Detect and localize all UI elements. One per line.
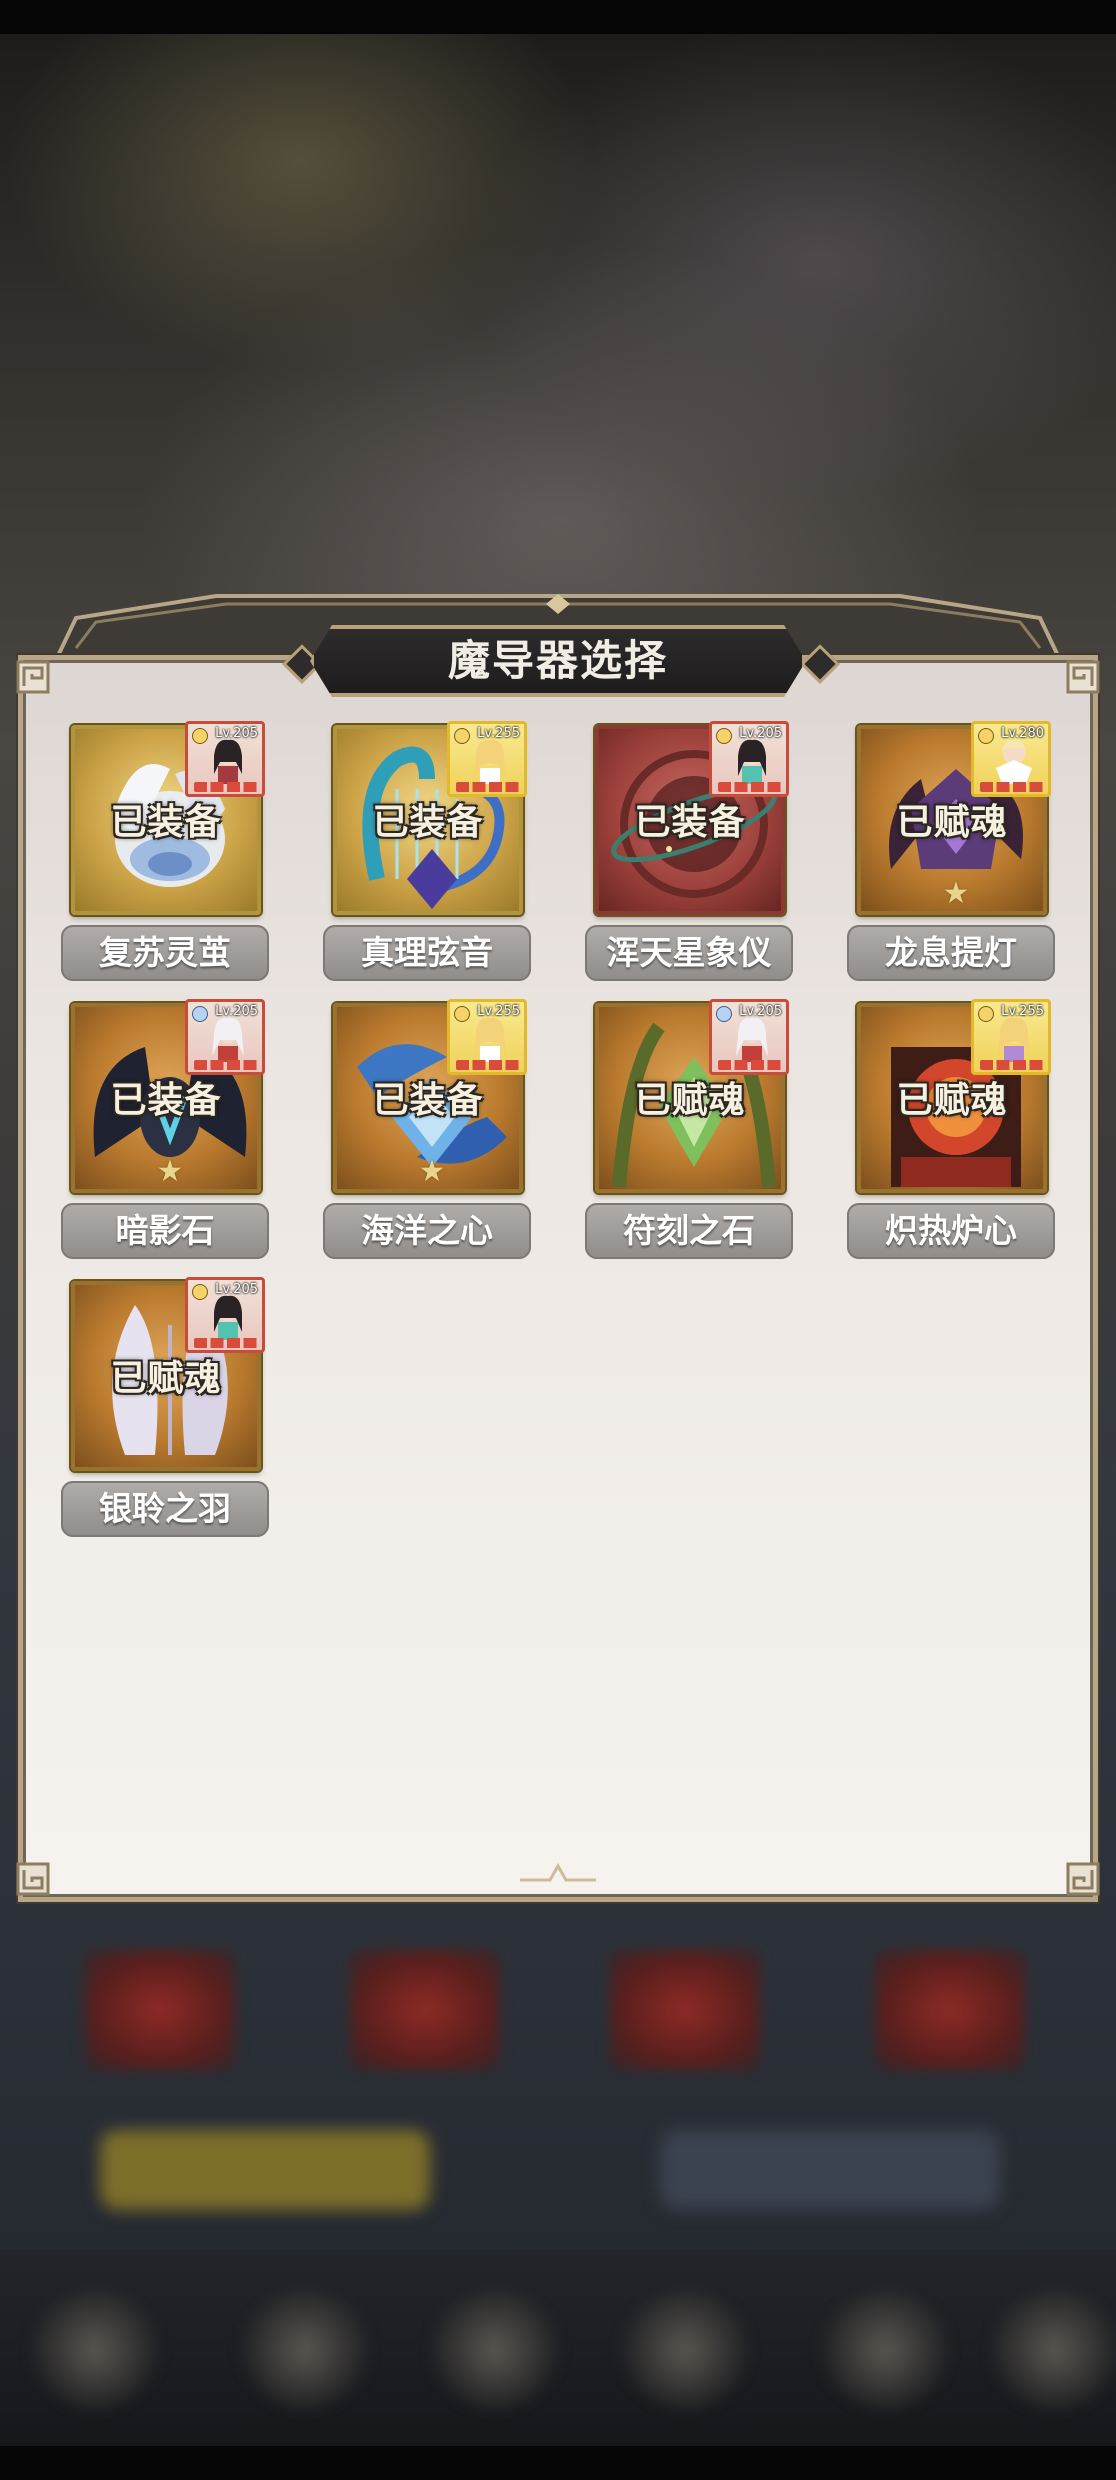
background-nav-icon [240, 2290, 370, 2410]
artifact-slot-yinling-zhiyu[interactable]: 已赋魂 Lv.205 银聆之羽 [61, 1277, 269, 1573]
hero-star-bar [718, 782, 784, 792]
hero-avatar: Lv.280 [971, 721, 1051, 797]
artifact-name: 暗影石 [61, 1203, 269, 1259]
artifact-status: 已装备 [372, 1080, 484, 1121]
hero-portrait-icon [214, 739, 242, 784]
artifact-slot-longxi-tideng[interactable]: ★ 已赋魂 Lv.280 龙息提灯 [847, 721, 1055, 1017]
artifact-slot-chire-luxin[interactable]: 已赋魂 Lv.255 炽热炉心 [847, 999, 1055, 1295]
hero-portrait-icon [474, 739, 506, 784]
hero-star-bar [718, 1060, 784, 1070]
hero-portrait-icon [996, 739, 1032, 784]
background-nav-icon [820, 2290, 950, 2410]
hero-portrait-icon [212, 1017, 244, 1062]
hero-star-bar [456, 1060, 522, 1070]
artifact-status: 已装备 [110, 802, 222, 843]
artifact-slot-zhenli-xianyin[interactable]: 已装备 Lv.255 真理弦音 [323, 721, 531, 1017]
hero-star-bar [456, 782, 522, 792]
hero-portrait-icon [474, 1017, 506, 1062]
hero-star-bar [194, 1338, 260, 1348]
hero-star-bar [194, 1060, 260, 1070]
corner-ornament [1066, 660, 1100, 694]
hero-avatar: Lv.205 [185, 721, 265, 797]
artifact-status: 已赋魂 [896, 802, 1008, 843]
artifact-name: 浑天星象仪 [585, 925, 793, 981]
hero-avatar: Lv.255 [447, 721, 527, 797]
hero-portrait-icon [214, 1295, 242, 1340]
hero-portrait-icon [738, 739, 766, 784]
background-nav-icon [990, 2290, 1116, 2410]
artifact-name: 海洋之心 [323, 1203, 531, 1259]
hero-star-bar [980, 1060, 1046, 1070]
corner-ornament [16, 1862, 50, 1896]
artifact-name: 符刻之石 [585, 1203, 793, 1259]
game-screen: 魔导器选择 已装备 Lv.205 复苏灵茧 已装备 Lv.255 真理弦音 已装… [0, 0, 1116, 2480]
artifact-name: 复苏灵茧 [61, 925, 269, 981]
artifact-slot-anying-shi[interactable]: ★ 已装备 Lv.205 暗影石 [61, 999, 269, 1295]
background-card [85, 1950, 235, 2070]
hero-portrait-icon [736, 1017, 768, 1062]
artifact-name: 龙息提灯 [847, 925, 1055, 981]
background-nav-icon [430, 2290, 560, 2410]
status-bar [0, 0, 1116, 34]
dialog-title: 魔导器选择 [447, 636, 668, 685]
artifact-slot-haiyang-zhixin[interactable]: ★ 已装备 Lv.255 海洋之心 [323, 999, 531, 1295]
background-button [660, 2130, 1000, 2210]
hero-star-bar [194, 782, 260, 792]
artifact-name: 银聆之羽 [61, 1481, 269, 1537]
star-icon: ★ [942, 876, 970, 911]
artifact-status: 已赋魂 [634, 1080, 746, 1121]
hero-avatar: Lv.205 [709, 721, 789, 797]
background-button [100, 2130, 430, 2210]
artifact-slot-fusu-lingjian[interactable]: 已装备 Lv.205 复苏灵茧 [61, 721, 269, 1017]
background-card [875, 1950, 1025, 2070]
hero-avatar: Lv.255 [971, 999, 1051, 1075]
star-icon: ★ [418, 1154, 446, 1189]
background-nav-icon [30, 2290, 160, 2410]
background-card [350, 1950, 500, 2070]
corner-ornament [16, 660, 50, 694]
artifact-name: 炽热炉心 [847, 1203, 1055, 1259]
artifact-status: 已装备 [372, 802, 484, 843]
artifact-status: 已赋魂 [110, 1358, 222, 1399]
star-icon: ★ [156, 1154, 184, 1189]
artifact-status: 已赋魂 [896, 1080, 1008, 1121]
background-card [610, 1950, 760, 2070]
artifact-status: 已装备 [634, 802, 746, 843]
bottom-ornament [520, 1862, 596, 1882]
hero-avatar: Lv.205 [185, 999, 265, 1075]
artifact-name: 真理弦音 [323, 925, 531, 981]
hero-avatar: Lv.255 [447, 999, 527, 1075]
background-nav-icon [620, 2290, 750, 2410]
hero-star-bar [980, 782, 1046, 792]
artifact-slot-huntian-xingxiangyi[interactable]: 已装备 Lv.205 浑天星象仪 [585, 721, 793, 1017]
corner-ornament [1066, 1862, 1100, 1896]
hero-portrait-icon [998, 1017, 1030, 1062]
hero-avatar: Lv.205 [709, 999, 789, 1075]
artifact-slot-fuke-zhishi[interactable]: 已赋魂 Lv.205 符刻之石 [585, 999, 793, 1295]
artifact-status: 已装备 [110, 1080, 222, 1121]
hero-avatar: Lv.205 [185, 1277, 265, 1353]
system-nav-bar [0, 2446, 1116, 2480]
